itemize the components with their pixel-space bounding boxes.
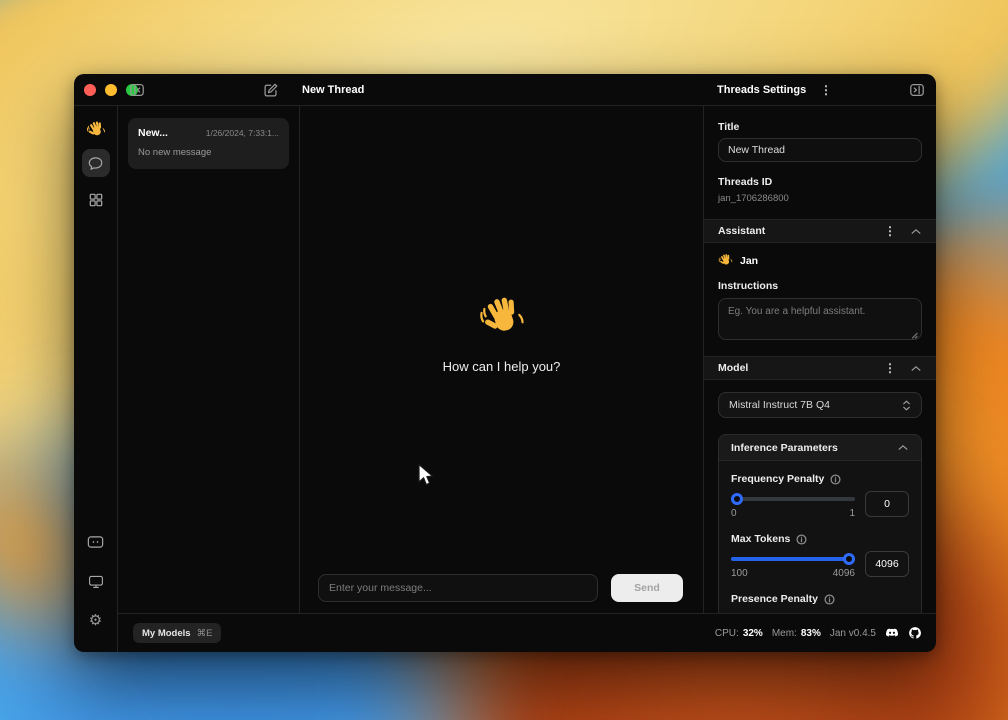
info-icon[interactable] bbox=[830, 474, 841, 485]
threads-id-value: jan_1706286800 bbox=[718, 193, 922, 204]
collapse-left-panel-icon[interactable] bbox=[129, 82, 145, 98]
github-icon[interactable] bbox=[908, 626, 922, 640]
info-icon[interactable] bbox=[796, 534, 807, 545]
jan-app-window: New Thread Threads Settings ⋮ bbox=[74, 74, 936, 652]
my-models-label: My Models bbox=[142, 628, 191, 639]
send-button[interactable]: Send bbox=[611, 574, 683, 602]
thread-timestamp: 1/26/2024, 7:33:1... bbox=[206, 128, 279, 138]
param-max-tokens: Max Tokens bbox=[731, 533, 909, 579]
inference-parameters-card: Inference Parameters Frequency Penalty bbox=[718, 434, 922, 613]
collapse-right-panel-icon[interactable] bbox=[909, 82, 925, 98]
thread-title-input[interactable] bbox=[718, 138, 922, 162]
rail-threads-button[interactable] bbox=[82, 149, 110, 177]
model-header-label: Model bbox=[718, 362, 884, 374]
assistant-header-label: Assistant bbox=[718, 225, 884, 237]
assistant-collapse-chevron-icon[interactable] bbox=[910, 227, 922, 236]
cpu-value: 32% bbox=[743, 628, 763, 639]
rail-system-monitor-button[interactable] bbox=[82, 567, 110, 595]
main-header-title: New Thread bbox=[302, 74, 364, 106]
wave-hand-icon bbox=[478, 294, 526, 342]
max-tokens-slider[interactable] bbox=[731, 553, 855, 565]
app-version: Jan v0.4.5 bbox=[830, 628, 876, 639]
thread-list-item[interactable]: New... 1/26/2024, 7:33:1... No new messa… bbox=[128, 118, 289, 169]
thread-preview: No new message bbox=[138, 147, 279, 158]
frequency-penalty-value[interactable]: 0 bbox=[865, 491, 909, 517]
message-input-bar: Send bbox=[318, 574, 683, 602]
status-bar: My Models ⌘E CPU: 32% Mem: 83% Jan v0.4.5 bbox=[118, 613, 936, 652]
thread-title: New... bbox=[138, 127, 168, 139]
threads-settings-panel: Title Threads ID jan_1706286800 Assistan… bbox=[703, 106, 936, 613]
model-select[interactable]: Mistral Instruct 7B Q4 bbox=[718, 392, 922, 418]
gear-icon: ⚙ bbox=[89, 613, 102, 628]
model-section-header[interactable]: Model ⋮ bbox=[704, 356, 936, 380]
rail-assistants-button[interactable] bbox=[82, 186, 110, 214]
frequency-penalty-label: Frequency Penalty bbox=[731, 473, 824, 485]
slider-min-label: 0 bbox=[731, 508, 737, 519]
title-label: Title bbox=[718, 121, 922, 133]
assistant-section-header[interactable]: Assistant ⋮ bbox=[704, 219, 936, 243]
instructions-label: Instructions bbox=[718, 280, 922, 292]
api-server-icon bbox=[87, 535, 104, 549]
cpu-label: CPU: bbox=[715, 628, 739, 639]
empty-state: How can I help you? bbox=[300, 294, 703, 374]
chat-bubble-icon bbox=[87, 155, 104, 172]
settings-menu-kebab-icon[interactable]: ⋮ bbox=[820, 84, 832, 96]
max-tokens-label: Max Tokens bbox=[731, 533, 790, 545]
frequency-penalty-slider[interactable] bbox=[731, 493, 855, 505]
greeting-text: How can I help you? bbox=[300, 359, 703, 374]
discord-icon[interactable] bbox=[885, 626, 899, 640]
info-icon[interactable] bbox=[824, 594, 835, 605]
slider-thumb[interactable] bbox=[731, 493, 743, 505]
inference-parameters-header[interactable]: Inference Parameters bbox=[719, 435, 921, 461]
presence-penalty-label: Presence Penalty bbox=[731, 593, 818, 605]
slider-max-label: 4096 bbox=[833, 568, 855, 579]
close-window-button[interactable] bbox=[84, 84, 96, 96]
grid-icon bbox=[88, 192, 104, 208]
rail-settings-button[interactable]: ⚙ bbox=[82, 606, 110, 634]
slider-max-label: 1 bbox=[849, 508, 855, 519]
left-rail: ⚙ bbox=[74, 106, 118, 652]
model-selected-value: Mistral Instruct 7B Q4 bbox=[729, 399, 902, 411]
settings-header-title: Threads Settings bbox=[717, 74, 806, 106]
my-models-button[interactable]: My Models ⌘E bbox=[133, 623, 221, 643]
new-thread-icon[interactable] bbox=[263, 82, 279, 98]
jan-logo-wave-icon[interactable] bbox=[86, 120, 106, 140]
inference-header-label: Inference Parameters bbox=[731, 442, 897, 454]
titlebar: New Thread Threads Settings ⋮ bbox=[74, 74, 936, 106]
threads-id-label: Threads ID bbox=[718, 176, 922, 188]
param-frequency-penalty: Frequency Penalty bbox=[731, 473, 909, 519]
instructions-textarea[interactable] bbox=[718, 298, 922, 340]
resize-grip-icon[interactable] bbox=[910, 331, 918, 339]
model-collapse-chevron-icon[interactable] bbox=[910, 364, 922, 373]
max-tokens-value[interactable]: 4096 bbox=[865, 551, 909, 577]
slider-thumb[interactable] bbox=[843, 553, 855, 565]
rail-local-api-button[interactable] bbox=[82, 528, 110, 556]
select-updown-icon bbox=[902, 399, 911, 412]
assistant-identity: Jan bbox=[718, 253, 922, 268]
model-kebab-icon[interactable]: ⋮ bbox=[884, 362, 896, 374]
assistant-name: Jan bbox=[740, 255, 758, 267]
chat-area: How can I help you? Send bbox=[300, 106, 703, 613]
assistant-kebab-icon[interactable]: ⋮ bbox=[884, 225, 896, 237]
thread-list-panel: New... 1/26/2024, 7:33:1... No new messa… bbox=[118, 106, 300, 613]
param-presence-penalty: Presence Penalty bbox=[731, 593, 909, 605]
minimize-window-button[interactable] bbox=[105, 84, 117, 96]
my-models-shortcut: ⌘E bbox=[197, 628, 213, 639]
message-input[interactable] bbox=[318, 574, 598, 602]
mem-value: 83% bbox=[801, 628, 821, 639]
monitor-icon bbox=[88, 574, 104, 589]
assistant-wave-icon bbox=[718, 253, 733, 268]
mem-label: Mem: bbox=[772, 628, 797, 639]
slider-min-label: 100 bbox=[731, 568, 748, 579]
inference-collapse-chevron-icon[interactable] bbox=[897, 443, 909, 452]
